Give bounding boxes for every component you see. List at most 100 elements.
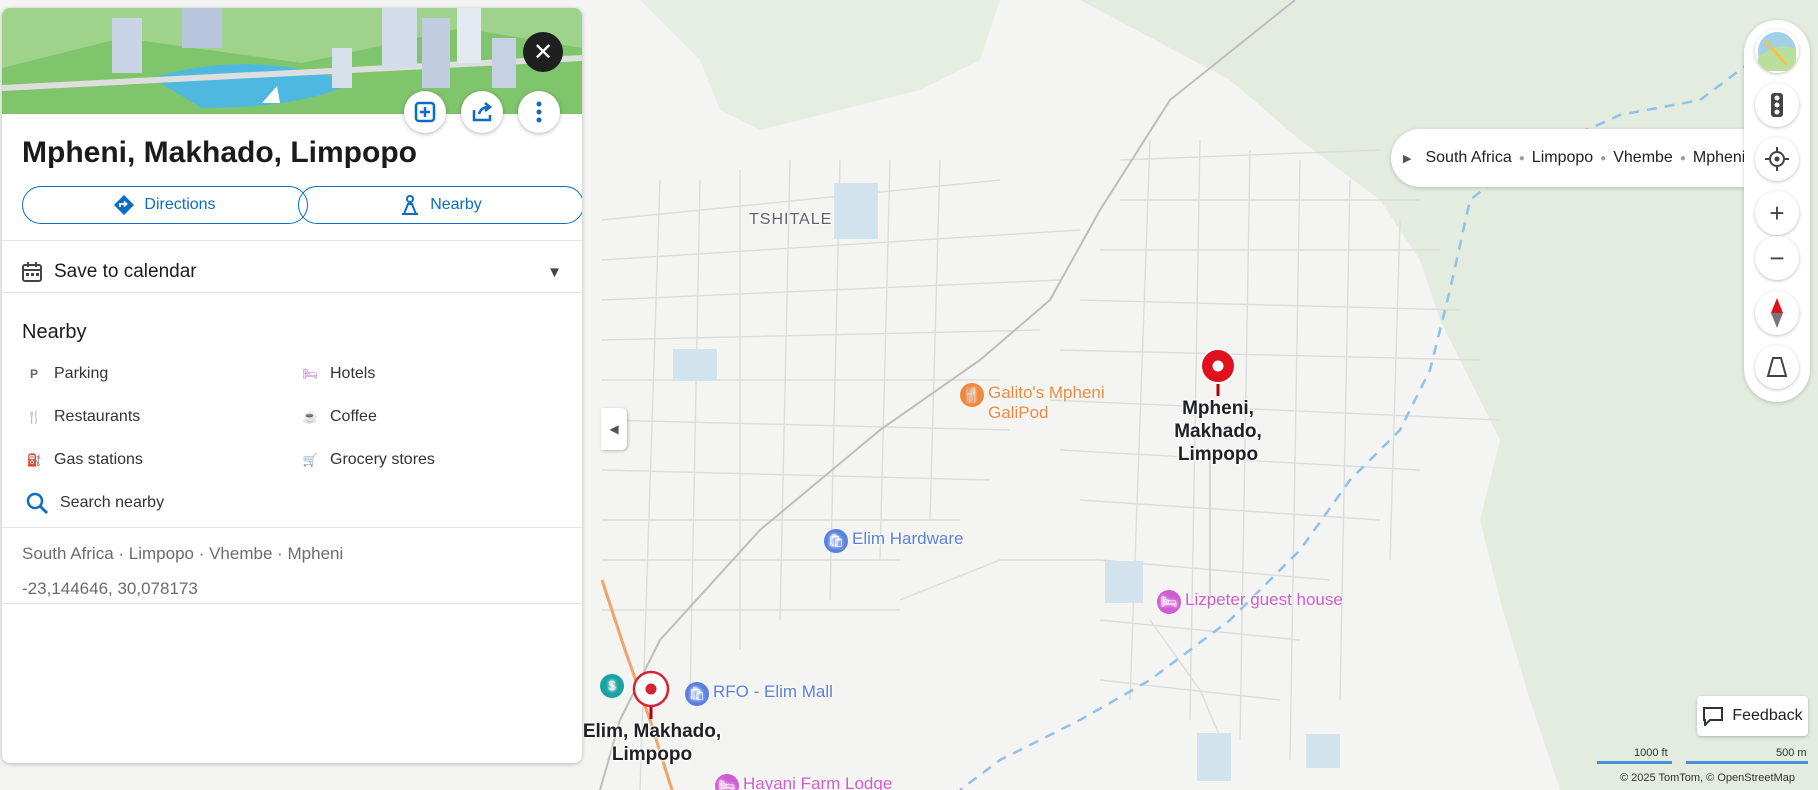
zoom-out-button[interactable]: − bbox=[1755, 236, 1799, 280]
share-icon bbox=[472, 102, 493, 122]
save-button[interactable] bbox=[404, 91, 446, 133]
compass-button[interactable] bbox=[1755, 291, 1799, 335]
poi-label: Galito's Mpheni GaliPod bbox=[988, 383, 1105, 422]
coffee-icon: ☕ bbox=[302, 410, 318, 424]
zoom-out-icon: − bbox=[1769, 242, 1785, 273]
gas-station-icon: ⛽ bbox=[26, 453, 42, 467]
hotel-icon: 🛏 bbox=[715, 774, 739, 790]
secondary-pin-label: Elim, Makhado, Limpopo bbox=[582, 721, 722, 765]
tilt-button[interactable] bbox=[1755, 345, 1799, 389]
map-style-button[interactable] bbox=[1755, 29, 1799, 73]
breadcrumb-separator: ● bbox=[1600, 152, 1607, 164]
nearby-hotels[interactable]: 🛏 Hotels bbox=[302, 365, 375, 383]
nearby-item-label: Hotels bbox=[330, 365, 376, 382]
nearby-item-label: Grocery stores bbox=[330, 451, 435, 468]
area-label: TSHITALE bbox=[749, 211, 833, 228]
bank-icon: $ bbox=[600, 674, 624, 698]
nearby-icon bbox=[402, 195, 419, 215]
share-button[interactable] bbox=[461, 91, 503, 133]
zoom-in-icon: + bbox=[1769, 197, 1785, 228]
secondary-pin-icon[interactable] bbox=[632, 670, 670, 720]
nearby-coffee[interactable]: ☕ Coffee bbox=[302, 408, 377, 426]
calendar-icon bbox=[22, 262, 42, 282]
parking-icon: P bbox=[29, 367, 38, 381]
poi-label: Elim Hardware bbox=[852, 529, 964, 548]
locate-icon bbox=[1765, 147, 1789, 171]
nearby-heading: Nearby bbox=[22, 321, 87, 343]
location-pin-icon[interactable] bbox=[1199, 347, 1237, 397]
nearby-label: Nearby bbox=[430, 196, 482, 213]
breadcrumb: ▶ South Africa ● Limpopo ● Vhembe ● Mphe… bbox=[1391, 129, 1761, 187]
hotel-icon: 🛏 bbox=[1157, 590, 1181, 614]
map-controls: + − bbox=[1744, 20, 1810, 402]
collapse-panel-button[interactable]: ◀ bbox=[601, 408, 627, 450]
hotel-icon: 🛏 bbox=[302, 367, 318, 381]
breadcrumb-item[interactable]: Vhembe bbox=[1613, 149, 1673, 167]
poi-rfo-elim-mall[interactable]: 🛍 RFO - Elim Mall bbox=[685, 682, 833, 706]
place-title: Mpheni, Makhado, Limpopo bbox=[22, 136, 417, 169]
nearby-item-label: Coffee bbox=[330, 408, 377, 425]
scale-imperial: 1000 ft bbox=[1634, 747, 1668, 759]
chevron-right-icon[interactable]: ▶ bbox=[1403, 152, 1411, 165]
breadcrumb-separator: ● bbox=[1518, 152, 1525, 164]
calendar-label: Save to calendar bbox=[54, 261, 197, 282]
address-text: South Africa · Limpopo · Vhembe · Mpheni bbox=[22, 544, 344, 563]
directions-label: Directions bbox=[144, 196, 216, 213]
nearby-grocery-stores[interactable]: 🛒 Grocery stores bbox=[302, 451, 435, 469]
traffic-button[interactable] bbox=[1755, 83, 1799, 127]
divider bbox=[2, 292, 582, 293]
poi-label: Hayani Farm Lodge bbox=[743, 774, 893, 790]
save-icon bbox=[414, 101, 436, 123]
nearby-item-label: Restaurants bbox=[54, 408, 141, 425]
locate-button[interactable] bbox=[1755, 137, 1799, 181]
tilt-icon bbox=[1766, 357, 1788, 377]
poi-label: Lizpeter guest house bbox=[1185, 590, 1343, 609]
poi-label: RFO - Elim Mall bbox=[713, 682, 833, 701]
save-to-calendar-row[interactable]: Save to calendar ▼ bbox=[22, 256, 562, 288]
divider bbox=[2, 527, 582, 528]
scale-bar-metric bbox=[1686, 761, 1808, 764]
traffic-icon bbox=[1771, 93, 1783, 117]
poi-galitos[interactable]: 🍴 Galito's Mpheni GaliPod bbox=[960, 383, 1113, 423]
place-panel: ✕ Mpheni, Makhado, Limpopo Directions Ne… bbox=[2, 8, 582, 763]
more-options-button[interactable] bbox=[518, 91, 560, 133]
cart-icon: 🛒 bbox=[302, 453, 318, 467]
main-pin-label: Mpheni, Makhado, Limpopo bbox=[1174, 398, 1262, 465]
close-icon: ✕ bbox=[532, 38, 554, 66]
restaurant-icon: 🍴 bbox=[26, 410, 42, 424]
nearby-parking[interactable]: P Parking bbox=[26, 365, 108, 383]
close-button[interactable]: ✕ bbox=[523, 32, 563, 72]
chevron-down-icon[interactable]: ▼ bbox=[547, 264, 562, 281]
search-nearby-label: Search nearby bbox=[60, 494, 165, 511]
zoom-in-button[interactable]: + bbox=[1755, 191, 1799, 235]
search-icon bbox=[26, 492, 48, 514]
restaurant-icon: 🍴 bbox=[960, 383, 984, 407]
scale-bar-imperial bbox=[1597, 761, 1672, 764]
compass-icon bbox=[1771, 298, 1783, 328]
poi-hayani-farm-lodge[interactable]: 🛏 Hayani Farm Lodge bbox=[715, 774, 892, 790]
shopping-icon: 🛍 bbox=[824, 529, 848, 553]
nearby-item-label: Gas stations bbox=[54, 451, 143, 468]
map-attribution: © 2025 TomTom, © OpenStreetMap bbox=[1620, 772, 1795, 784]
scale-metric: 500 m bbox=[1776, 747, 1807, 759]
poi-teal[interactable]: $ bbox=[600, 674, 628, 698]
directions-button[interactable]: Directions bbox=[22, 186, 308, 224]
feedback-label: Feedback bbox=[1732, 707, 1803, 724]
poi-lizpeter[interactable]: 🛏 Lizpeter guest house bbox=[1157, 590, 1343, 614]
breadcrumb-item[interactable]: Limpopo bbox=[1532, 149, 1593, 167]
breadcrumb-item[interactable]: South Africa bbox=[1425, 149, 1511, 167]
search-nearby-button[interactable]: Search nearby bbox=[26, 492, 164, 514]
nearby-restaurants[interactable]: 🍴 Restaurants bbox=[26, 408, 141, 426]
breadcrumb-item[interactable]: Mpheni bbox=[1693, 149, 1745, 167]
coordinates-text: -23,144646, 30,078173 bbox=[22, 579, 198, 598]
nearby-button[interactable]: Nearby bbox=[298, 186, 582, 224]
map-style-icon bbox=[1758, 32, 1796, 71]
nearby-item-label: Parking bbox=[54, 365, 109, 382]
breadcrumb-separator: ● bbox=[1679, 152, 1686, 164]
divider bbox=[2, 603, 582, 604]
directions-icon bbox=[114, 195, 135, 215]
nearby-gas-stations[interactable]: ⛽ Gas stations bbox=[26, 451, 143, 469]
feedback-button[interactable]: Feedback bbox=[1697, 696, 1808, 736]
poi-elim-hardware[interactable]: 🛍 Elim Hardware bbox=[824, 529, 963, 553]
feedback-icon bbox=[1703, 707, 1724, 726]
